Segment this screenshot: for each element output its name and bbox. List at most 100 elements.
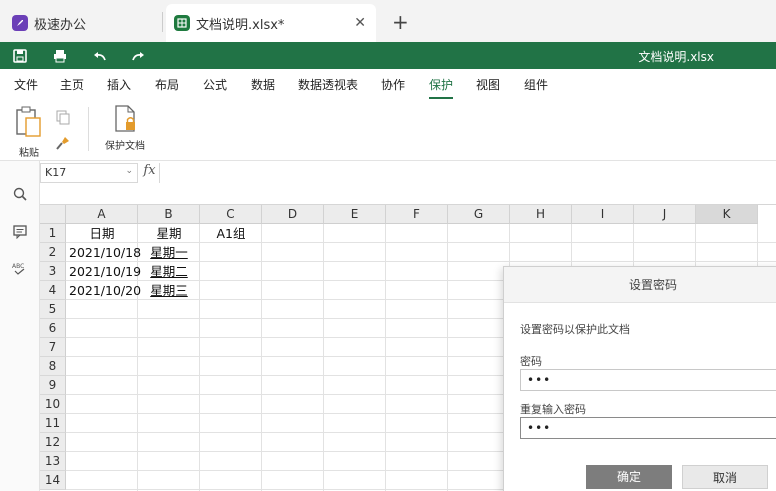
row-header-3[interactable]: 3 <box>40 262 66 281</box>
spellcheck-icon[interactable]: ABC <box>11 259 29 277</box>
column-header-e[interactable]: E <box>324 205 386 224</box>
column-header-h[interactable]: H <box>510 205 572 224</box>
menu-file[interactable]: 文件 <box>14 76 38 93</box>
tab-bar: 极速办公 文档说明.xlsx* ✕ + <box>0 0 776 42</box>
row-header-12[interactable]: 12 <box>40 433 66 452</box>
password-label: 密码 <box>520 355 542 368</box>
row-header-1[interactable]: 1 <box>40 224 66 243</box>
paste-icon[interactable] <box>14 105 44 142</box>
row-header-9[interactable]: 9 <box>40 376 66 395</box>
cell-value: 日期 <box>89 226 115 241</box>
cell-b1[interactable]: 星期 <box>138 224 200 243</box>
copy-icon[interactable] <box>55 109 71 128</box>
menu-insert[interactable]: 插入 <box>107 76 131 93</box>
document-title: 文档说明.xlsx <box>638 50 714 64</box>
search-icon[interactable] <box>11 185 29 203</box>
row-header-5[interactable]: 5 <box>40 300 66 319</box>
column-header-g[interactable]: G <box>448 205 510 224</box>
column-header-c[interactable]: C <box>200 205 262 224</box>
cell-value: A1组 <box>216 226 246 241</box>
fx-icon[interactable]: fx <box>140 163 160 183</box>
cell-value: 星期 <box>156 226 182 241</box>
cell-b4[interactable]: 星期三 <box>138 281 200 300</box>
row-header-11[interactable]: 11 <box>40 414 66 433</box>
row-header-10[interactable]: 10 <box>40 395 66 414</box>
row-header-2[interactable]: 2 <box>40 243 66 262</box>
menu-pivot[interactable]: 数据透视表 <box>298 76 358 93</box>
row-header-8[interactable]: 8 <box>40 357 66 376</box>
cell-value: 2021/10/18 <box>69 245 142 260</box>
column-header-j[interactable]: J <box>634 205 696 224</box>
tab-home[interactable]: 极速办公 <box>4 4 162 42</box>
cell-c1[interactable]: A1组 <box>200 224 262 243</box>
row-header-4[interactable]: 4 <box>40 281 66 300</box>
close-icon[interactable]: ✕ <box>354 15 366 31</box>
set-password-dialog: 设置密码 设置密码以保护此文档 密码 ••• 重复输入密码 ••• 确定 取消 <box>503 266 776 491</box>
menu-components[interactable]: 组件 <box>524 76 548 93</box>
cell-a1[interactable]: 日期 <box>66 224 138 243</box>
paste-label: 粘贴 <box>19 148 39 159</box>
comment-icon[interactable] <box>11 223 29 241</box>
format-painter-icon[interactable] <box>55 135 71 154</box>
cell-a2[interactable]: 2021/10/18 <box>69 243 142 262</box>
column-header-f[interactable]: F <box>386 205 448 224</box>
menu-layout[interactable]: 布局 <box>155 76 179 93</box>
ribbon-separator <box>88 107 89 151</box>
menu-protect[interactable]: 保护 <box>429 76 454 99</box>
repeat-password-input[interactable]: ••• <box>520 417 776 439</box>
cell-value: 星期二 <box>150 264 188 279</box>
row-header-14[interactable]: 14 <box>40 471 66 490</box>
column-header-d[interactable]: D <box>262 205 324 224</box>
tab-document[interactable]: 文档说明.xlsx* ✕ <box>166 4 376 42</box>
column-header-i[interactable]: I <box>572 205 634 224</box>
undo-icon[interactable] <box>90 46 110 66</box>
chevron-down-icon[interactable]: ⌄ <box>125 166 133 176</box>
row-header-6[interactable]: 6 <box>40 319 66 338</box>
rocket-icon <box>12 15 28 31</box>
formula-bar: K17 ⌄ fx <box>40 161 776 205</box>
svg-text:ABC: ABC <box>12 263 24 270</box>
cell-b3[interactable]: 星期二 <box>138 262 200 281</box>
cancel-button[interactable]: 取消 <box>682 465 768 489</box>
cell-value: 星期三 <box>150 283 188 298</box>
menu-home[interactable]: 主页 <box>60 76 84 93</box>
menu-bar: 文件 主页 插入 布局 公式 数据 数据透视表 协作 保护 视图 组件 <box>0 69 776 99</box>
cell-value: 2021/10/19 <box>69 264 142 279</box>
cell-a4[interactable]: 2021/10/20 <box>69 281 142 300</box>
menu-data[interactable]: 数据 <box>251 76 275 93</box>
quick-access-bar: 文档说明.xlsx <box>0 42 776 69</box>
menu-view[interactable]: 视图 <box>476 76 500 93</box>
tab-separator <box>162 12 163 32</box>
column-header-a[interactable]: A <box>66 205 138 224</box>
formula-input[interactable] <box>162 163 776 203</box>
redo-icon[interactable] <box>128 46 148 66</box>
row-header-7[interactable]: 7 <box>40 338 66 357</box>
cell-a3[interactable]: 2021/10/19 <box>69 262 142 281</box>
cell-value: 2021/10/20 <box>69 283 142 298</box>
tab-document-label: 文档说明.xlsx* <box>196 17 285 33</box>
cell-value: 星期一 <box>150 245 188 260</box>
column-header-b[interactable]: B <box>138 205 200 224</box>
name-box[interactable]: K17 ⌄ <box>40 163 138 183</box>
sheet-icon <box>174 15 190 31</box>
menu-formula[interactable]: 公式 <box>203 76 227 93</box>
plus-icon[interactable]: + <box>392 10 409 34</box>
print-icon[interactable] <box>50 46 70 66</box>
ok-button[interactable]: 确定 <box>586 465 672 489</box>
row-header-13[interactable]: 13 <box>40 452 66 471</box>
protect-doc-icon[interactable] <box>114 105 138 136</box>
save-icon[interactable] <box>10 46 30 66</box>
cell-reference: K17 <box>45 166 67 179</box>
dialog-title: 设置密码 <box>504 267 776 303</box>
cell-b2[interactable]: 星期一 <box>138 243 200 262</box>
password-input[interactable]: ••• <box>520 369 776 391</box>
column-header-k[interactable]: K <box>696 205 758 224</box>
dialog-description: 设置密码以保护此文档 <box>520 323 630 336</box>
menu-collab[interactable]: 协作 <box>381 76 405 93</box>
repeat-password-label: 重复输入密码 <box>520 403 586 416</box>
ribbon: 粘贴 保护文档 <box>0 99 776 161</box>
select-all-corner[interactable] <box>40 205 66 224</box>
left-sidebar: ABC <box>0 161 40 491</box>
tab-home-label: 极速办公 <box>34 17 87 33</box>
protect-doc-label: 保护文档 <box>105 141 145 152</box>
